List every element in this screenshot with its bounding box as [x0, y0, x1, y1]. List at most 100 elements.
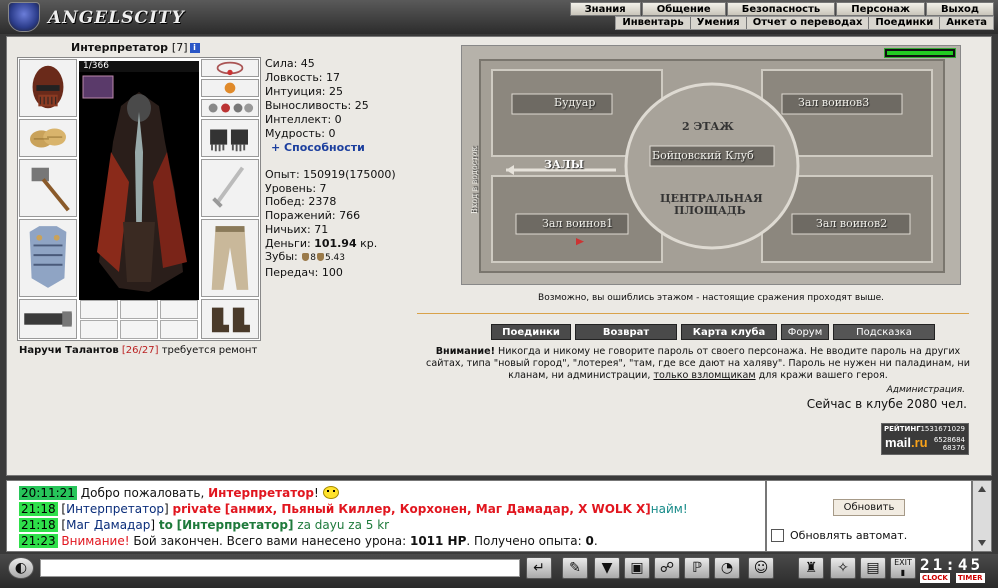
scroll-up-icon[interactable] — [978, 486, 986, 492]
map-halls[interactable]: ЗАЛЫ — [544, 158, 584, 171]
private-icon[interactable]: ℙ — [684, 557, 710, 579]
stat-wisdom: Мудрость: 0 — [265, 127, 336, 140]
stat-money: Деньги: 101.94 кр. — [265, 236, 378, 250]
refresh-button[interactable]: Обновить — [833, 499, 905, 516]
logo: ANGELSCITY — [4, 2, 224, 32]
auto-refresh-label: Обновлять автомат. — [790, 529, 908, 542]
chat-timestamp[interactable]: 21:18 — [19, 518, 58, 532]
map-fight-club[interactable]: Бойцовский Клуб — [652, 149, 754, 162]
belt-slot[interactable] — [19, 299, 77, 339]
menu-exit[interactable]: Выход — [925, 2, 994, 16]
timer-label[interactable]: TIMER — [956, 573, 985, 583]
chat-timestamp[interactable]: 21:18 — [19, 502, 58, 516]
chat-input[interactable] — [40, 559, 520, 577]
menu-security[interactable]: Безопасность — [726, 2, 836, 16]
admin-signature: Администрация. — [886, 385, 965, 395]
amulet-slot[interactable] — [201, 59, 259, 77]
chat-recipients[interactable]: [Интерпретатор] — [177, 518, 294, 532]
ring-slot-4[interactable] — [80, 320, 118, 339]
back-button[interactable]: Возврат — [575, 324, 677, 340]
ring-slot-2[interactable] — [120, 300, 158, 319]
map-central-2[interactable]: ПЛОЩАДЬ — [674, 204, 746, 217]
auto-refresh-option[interactable]: Обновлять автомат. — [771, 529, 907, 542]
chat-timestamp[interactable]: 21:23 — [19, 534, 58, 548]
stat-level: Уровень: 7 — [265, 181, 327, 195]
map-room-warriors3[interactable]: Зал воинов3 — [798, 96, 869, 109]
gems-slot[interactable] — [201, 99, 259, 117]
map-entrance[interactable]: Вход в водосток — [470, 146, 479, 214]
chat-recipients[interactable]: [анмих, Пьяный Киллер, Корхонен, Маг Дам… — [225, 502, 651, 516]
stat-intuition: Интуиция: 25 — [265, 85, 343, 98]
smiles-icon[interactable]: ☺ — [748, 557, 774, 579]
scroll-down-icon[interactable] — [978, 540, 986, 546]
clock-time: 21:45 — [920, 555, 984, 574]
submenu-skills[interactable]: Умения — [689, 17, 746, 29]
lock-icon[interactable]: ▤ — [860, 557, 886, 579]
security-warning: Внимание! Никогда и никому не говорите п… — [426, 346, 970, 382]
map-room-warriors1[interactable]: Зал воинов1 — [542, 217, 613, 230]
ring-slot-5[interactable] — [120, 320, 158, 339]
character-name: Интерпретатор [7] i — [71, 41, 200, 54]
clock-widget: 21:45 CLOCK TIMER — [918, 555, 996, 585]
map-power-fill — [887, 51, 953, 55]
ring-slot-6[interactable] — [160, 320, 198, 339]
ring-slot-3[interactable] — [160, 300, 198, 319]
ring-slots — [79, 300, 199, 340]
mailru-rating-counter[interactable]: РЕЙТИНГ 1531671029 mail.ru 6528684 68376 — [881, 423, 969, 455]
speaker-icon[interactable]: ◐ — [8, 557, 34, 579]
money-value: 101.94 — [314, 236, 357, 250]
auto-refresh-checkbox[interactable] — [771, 529, 784, 542]
chat-message: 21:23 Внимание! Бой закончен. Всего вами… — [19, 534, 598, 548]
menu-character[interactable]: Персонаж — [836, 2, 925, 16]
forum-button[interactable]: Форум — [781, 324, 829, 340]
exit-icon[interactable]: EXIT ▮ — [890, 557, 916, 579]
earrings-slot[interactable] — [201, 79, 259, 97]
eraser-icon[interactable]: ✎ — [562, 557, 588, 579]
submenu-transfer-report[interactable]: Отчет о переводах — [745, 17, 869, 29]
speed-icon[interactable]: ◔ — [714, 557, 740, 579]
submenu-duels[interactable]: Поединки — [868, 17, 939, 29]
bracers-slot[interactable] — [19, 119, 77, 157]
character-portrait — [79, 72, 199, 300]
bottom-toolbar: ◐ ↵ ✎ ▼ ▣ ☍ ℙ ◔ ☺ ♜ ✧ ▤ EXIT ▮ 21:45 CLOC… — [0, 554, 998, 588]
hint-button[interactable]: Подсказка — [833, 324, 935, 340]
walk-icon[interactable]: ☍ — [654, 557, 680, 579]
submenu-inventory[interactable]: Инвентарь — [616, 17, 689, 29]
helmet-slot[interactable] — [19, 59, 77, 117]
ring-slot-1[interactable] — [80, 300, 118, 319]
chat-nick[interactable]: Интерпретатор — [208, 486, 314, 500]
chat-nick[interactable]: Интерпретатор — [66, 502, 164, 516]
chat-message: 20:11:21 Добро пожаловать, Интерпретатор… — [19, 486, 339, 500]
offhand-slot[interactable] — [201, 159, 259, 217]
chat-log[interactable]: 20:11:21 Добро пожаловать, Интерпретатор… — [6, 480, 766, 552]
repair-notice: Наручи Талантов [26/27] требуется ремонт — [19, 345, 257, 356]
character-nick[interactable]: Интерпретатор — [71, 41, 168, 54]
abilities-link[interactable]: + Способности — [271, 141, 415, 155]
clock-label[interactable]: CLOCK — [920, 573, 950, 583]
bag-icon[interactable]: ♜ — [798, 557, 824, 579]
chat-scrollbar[interactable] — [972, 480, 992, 552]
map-floor2[interactable]: 2 ЭТАЖ — [682, 120, 734, 133]
legs-slot[interactable] — [201, 219, 259, 297]
map-room-boudoir[interactable]: Будуар — [554, 96, 595, 109]
hackers-link[interactable]: только взломщикам — [653, 370, 755, 381]
chat-nick[interactable]: Маг Дамадар — [66, 518, 150, 532]
menu-knowledge[interactable]: Знания — [569, 2, 641, 16]
send-icon[interactable]: ↵ — [526, 557, 552, 579]
duels-button[interactable]: Поединки — [491, 324, 571, 340]
menu-communication[interactable]: Общение — [641, 2, 726, 16]
weapon-slot[interactable] — [19, 159, 77, 217]
submenu-profile[interactable]: Анкета — [939, 17, 993, 29]
sub-menu: Инвентарь Умения Отчет о переводах Поеди… — [615, 16, 994, 30]
filter-icon[interactable]: ▼ — [594, 557, 620, 579]
map-room-warriors2[interactable]: Зал воинов2 — [816, 217, 887, 230]
save-log-icon[interactable]: ▣ — [624, 557, 650, 579]
sword-icon — [212, 166, 245, 208]
info-icon[interactable]: i — [189, 43, 200, 53]
scroll-icon[interactable]: ✧ — [830, 557, 856, 579]
boots-slot[interactable] — [201, 299, 259, 339]
club-map-button[interactable]: Карта клуба — [681, 324, 777, 340]
armor-slot[interactable] — [19, 219, 77, 297]
gloves-slot[interactable] — [201, 119, 259, 157]
chat-timestamp[interactable]: 20:11:21 — [19, 486, 77, 500]
